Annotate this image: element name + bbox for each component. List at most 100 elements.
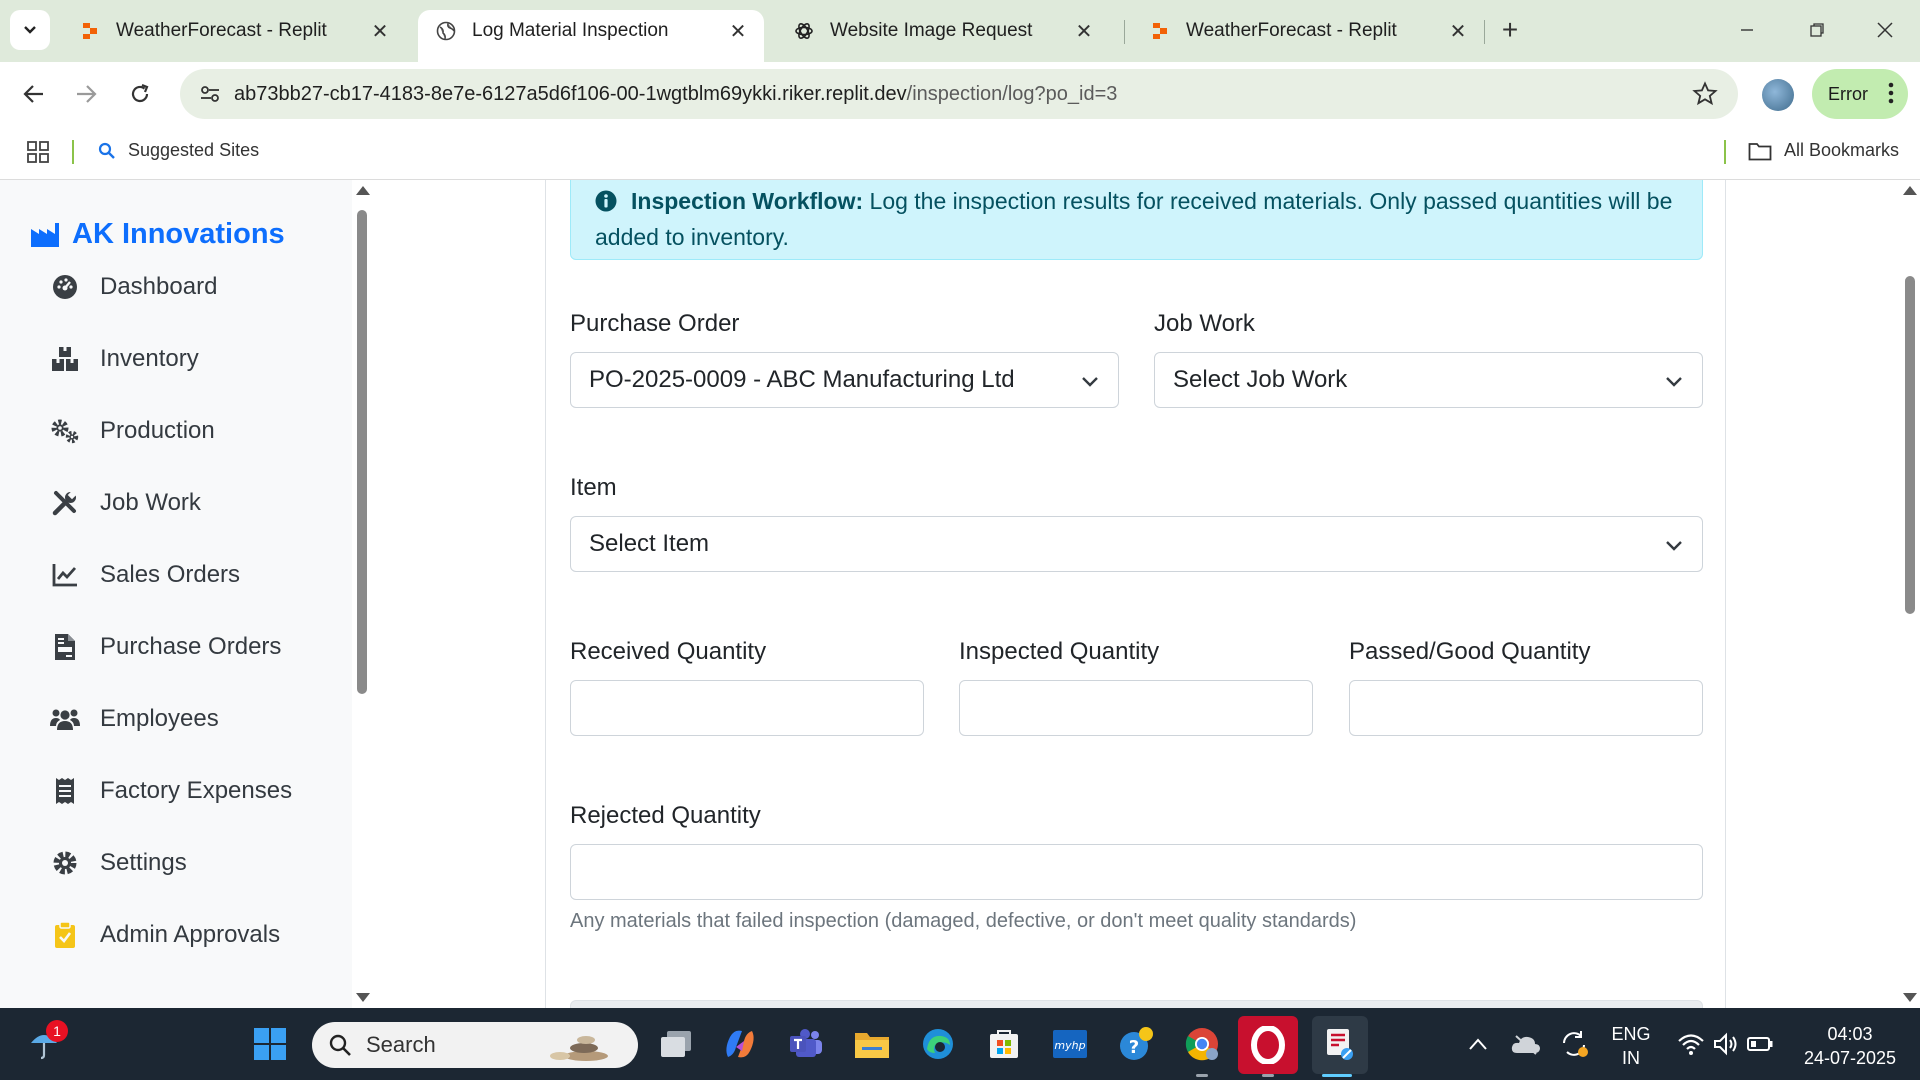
received-quantity-input[interactable] <box>570 680 924 736</box>
chevron-down-icon <box>24 26 36 34</box>
search-icon <box>98 142 115 159</box>
sidebar-item-dashboard[interactable]: Dashboard <box>50 267 217 307</box>
bookmark-label: Suggested Sites <box>128 140 260 160</box>
brand-logo[interactable]: AK Innovations <box>30 218 285 251</box>
bookmark-suggested-sites[interactable]: Suggested Sites <box>98 140 259 161</box>
tab-weatherforecast-2[interactable]: WeatherForecast - Replit ✕ <box>1132 10 1484 52</box>
back-button[interactable] <box>16 76 52 112</box>
close-icon[interactable]: ✕ <box>1444 17 1472 45</box>
sidebar-scroll-thumb[interactable] <box>357 210 367 694</box>
rejected-quantity-input[interactable] <box>570 844 1703 900</box>
address-bar[interactable]: ab73bb27-cb17-4183-8e7e-6127a5d6f106-00-… <box>180 69 1738 119</box>
language-indicator[interactable]: ENG IN <box>1606 1022 1656 1070</box>
inspected-quantity-label: Inspected Quantity <box>959 638 1160 665</box>
opera-icon[interactable] <box>1238 1016 1298 1074</box>
folder-icon <box>1748 142 1772 160</box>
show-hidden-icons[interactable] <box>1456 1022 1500 1066</box>
scroll-down-arrow[interactable] <box>356 993 370 1002</box>
sidebar-item-production[interactable]: Production <box>50 411 215 451</box>
close-icon[interactable]: ✕ <box>1070 17 1098 45</box>
copilot-icon[interactable] <box>718 1022 762 1066</box>
close-window-button[interactable] <box>1862 12 1908 48</box>
file-explorer-icon[interactable] <box>850 1022 894 1066</box>
close-icon[interactable]: ✕ <box>366 17 394 45</box>
sidebar-scrollbar[interactable] <box>354 180 370 1008</box>
wifi-icon <box>1678 1034 1704 1055</box>
tab-website-image-request[interactable]: Website Image Request ✕ <box>776 10 1110 52</box>
job-work-label: Job Work <box>1154 310 1255 337</box>
inspected-quantity-input[interactable] <box>959 680 1313 736</box>
sidebar-item-label: Sales Orders <box>100 561 241 588</box>
restore-button[interactable] <box>1794 12 1840 48</box>
sidebar-item-label: Inventory <box>100 345 199 372</box>
new-tab-button[interactable]: + <box>1494 14 1526 46</box>
tab-title: Log Material Inspection <box>472 20 669 41</box>
sidebar-item-settings[interactable]: Settings <box>50 843 187 883</box>
sidebar-item-label: Dashboard <box>100 273 218 300</box>
purchase-order-select[interactable]: PO-2025-0009 - ABC Manufacturing Ltd <box>570 352 1119 408</box>
line-chart-icon <box>50 560 80 590</box>
restore-icon <box>1810 23 1824 37</box>
purchase-order-value: PO-2025-0009 - ABC Manufacturing Ltd <box>589 366 1015 393</box>
sidebar-item-factory-expenses[interactable]: Factory Expenses <box>50 771 292 811</box>
cogs-icon <box>50 416 80 446</box>
page-scrollbar[interactable] <box>1900 180 1920 1008</box>
system-tray-network-volume-battery[interactable] <box>1670 1022 1780 1066</box>
reload-icon <box>131 83 149 103</box>
browser-toolbar: ab73bb27-cb17-4183-8e7e-6127a5d6f106-00-… <box>0 62 1920 126</box>
get-help-icon[interactable]: ? <box>1114 1022 1158 1066</box>
bookmark-label: All Bookmarks <box>1784 140 1900 160</box>
item-label: Item <box>570 474 617 501</box>
weather-widget[interactable]: 1 <box>22 1020 68 1066</box>
clock[interactable]: 04:03 24-07-2025 <box>1790 1022 1910 1070</box>
snipping-tool-icon[interactable] <box>1312 1016 1368 1074</box>
sidebar-item-admin-approvals[interactable]: Admin Approvals <box>50 915 280 955</box>
teams-icon[interactable] <box>784 1022 828 1066</box>
svg-text:myhp: myhp <box>1054 1039 1085 1052</box>
sidebar-item-label: Settings <box>100 849 187 876</box>
globe-icon <box>436 21 456 41</box>
passed-quantity-label: Passed/Good Quantity <box>1349 638 1591 665</box>
taskbar-search[interactable]: Search <box>312 1022 638 1068</box>
site-info-icon[interactable] <box>190 74 230 114</box>
chrome-icon[interactable] <box>1180 1022 1224 1066</box>
search-placeholder: Search <box>366 1032 436 1057</box>
passed-quantity-input[interactable] <box>1349 680 1703 736</box>
item-select[interactable]: Select Item <box>570 516 1703 572</box>
apps-grid-icon[interactable] <box>26 140 50 169</box>
close-icon[interactable]: ✕ <box>724 17 752 45</box>
all-bookmarks[interactable]: All Bookmarks <box>1748 140 1899 161</box>
tab-weatherforecast-1[interactable]: WeatherForecast - Replit ✕ <box>62 10 406 52</box>
region-code: IN <box>1622 1048 1640 1068</box>
url-text[interactable]: ab73bb27-cb17-4183-8e7e-6127a5d6f106-00-… <box>234 83 1117 106</box>
microsoft-store-icon[interactable] <box>982 1022 1026 1066</box>
job-work-value: Select Job Work <box>1173 366 1348 393</box>
sidebar-item-job-work[interactable]: Job Work <box>50 483 201 523</box>
profile-error-button[interactable]: Error <box>1812 69 1908 119</box>
page-viewport: AK Innovations Dashboard Inventory Produ… <box>0 180 1920 1008</box>
minimize-button[interactable] <box>1724 12 1770 48</box>
tab-log-material-inspection[interactable]: Log Material Inspection ✕ <box>418 10 764 62</box>
sync-icon[interactable] <box>1552 1022 1596 1066</box>
sidebar-item-label: Factory Expenses <box>100 777 293 804</box>
scroll-up-arrow[interactable] <box>1903 186 1917 195</box>
page-scroll-thumb[interactable] <box>1905 276 1915 614</box>
task-view-icon[interactable] <box>654 1022 698 1066</box>
brand-name: AK Innovations <box>72 218 285 250</box>
sidebar-item-employees[interactable]: Employees <box>50 699 219 739</box>
onedrive-icon[interactable] <box>1504 1022 1548 1066</box>
job-work-select[interactable]: Select Job Work <box>1154 352 1703 408</box>
profile-avatar[interactable] <box>1762 79 1794 111</box>
edge-icon[interactable] <box>916 1022 960 1066</box>
scroll-down-arrow[interactable] <box>1903 993 1917 1002</box>
scroll-up-arrow[interactable] <box>356 186 370 195</box>
tab-search-button[interactable] <box>10 10 50 50</box>
bookmark-star-icon[interactable] <box>1690 79 1720 109</box>
sidebar-item-purchase-orders[interactable]: Purchase Orders <box>50 627 281 667</box>
myhp-icon[interactable]: myhp <box>1048 1022 1092 1066</box>
sidebar-item-inventory[interactable]: Inventory <box>50 339 199 379</box>
sidebar-item-sales-orders[interactable]: Sales Orders <box>50 555 240 595</box>
forward-button[interactable] <box>68 76 104 112</box>
start-button[interactable] <box>248 1022 292 1066</box>
reload-button[interactable] <box>122 76 158 112</box>
